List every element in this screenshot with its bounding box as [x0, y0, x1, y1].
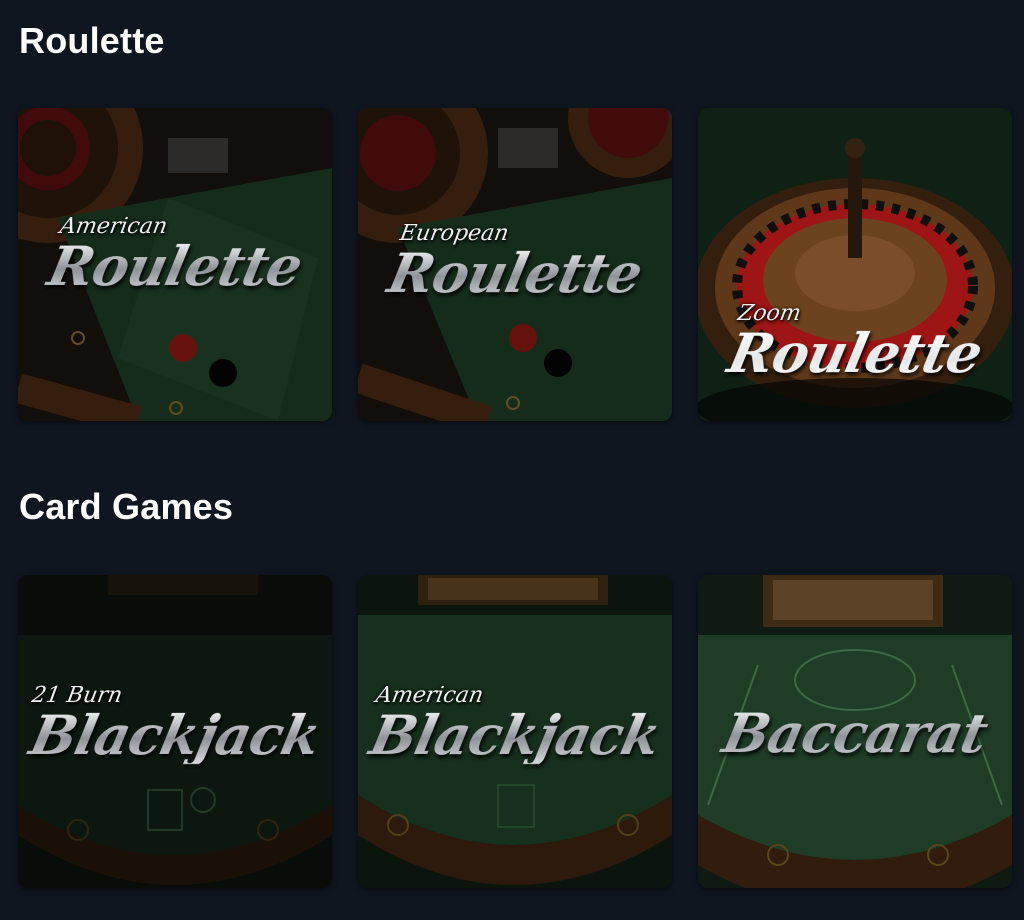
game-tile-baccarat[interactable]: Baccarat: [698, 575, 1012, 888]
roulette-section: Roulette American Roulette European Roul…: [0, 0, 1024, 440]
game-title: Blackjack: [18, 703, 332, 767]
game-title: Blackjack: [358, 703, 672, 767]
game-tile-zoom-roulette[interactable]: Zoom Roulette: [698, 108, 1012, 421]
game-logo: American Roulette: [18, 214, 332, 298]
game-tile-american-roulette[interactable]: American Roulette: [18, 108, 332, 421]
game-title: Roulette: [358, 241, 672, 305]
game-tile-21-burn-blackjack[interactable]: 21 Burn Blackjack: [18, 575, 332, 888]
section-title-card-games: Card Games: [19, 486, 234, 527]
game-tile-european-roulette[interactable]: European Roulette: [358, 108, 672, 421]
game-tile-american-blackjack[interactable]: American Blackjack: [358, 575, 672, 888]
game-logo: 21 Burn Blackjack: [18, 683, 332, 767]
game-logo: American Blackjack: [358, 683, 672, 767]
game-logo: Baccarat: [698, 701, 1012, 765]
card-games-section: Card Games 21 Burn Blackjack American Bl…: [0, 440, 1024, 920]
game-title: Roulette: [18, 234, 332, 298]
section-title-roulette: Roulette: [19, 20, 165, 61]
game-title: Roulette: [698, 321, 1012, 385]
game-logo: Zoom Roulette: [698, 301, 1012, 385]
game-logo: European Roulette: [358, 221, 672, 305]
game-title: Baccarat: [698, 701, 1012, 765]
